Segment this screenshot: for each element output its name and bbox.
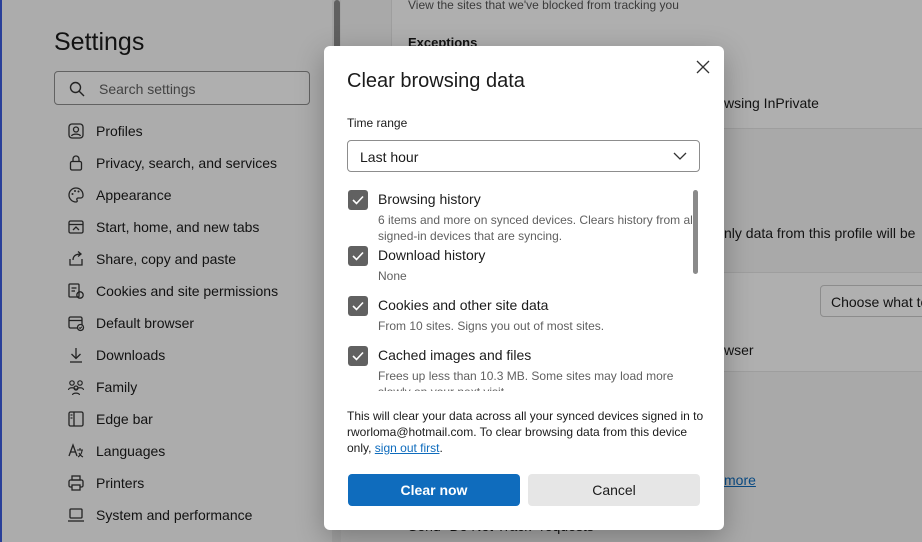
item-title: Cookies and other site data [378,297,549,313]
checkmark-icon [352,195,364,205]
item-description: 6 items and more on synced devices. Clea… [378,213,696,243]
clear-browsing-data-dialog: Clear browsing data Time range Last hour… [324,46,724,530]
close-button[interactable] [692,56,714,78]
browsing-history-checkbox[interactable] [348,190,368,210]
dialog-title: Clear browsing data [347,70,525,92]
item-description: From 10 sites. Signs you out of most sit… [378,319,605,333]
checkmark-icon [352,251,364,261]
data-types-list: Browsing history 6 items and more on syn… [347,186,707,391]
sign-out-link[interactable]: sign out first [375,441,440,455]
close-icon [696,60,710,74]
chevron-down-icon [673,152,687,160]
sync-note: This will clear your data across all you… [347,408,707,456]
time-range-select[interactable]: Last hour [347,140,700,172]
item-description: Frees up less than 10.3 MB. Some sites m… [378,369,674,391]
time-range-label: Time range [347,116,408,130]
item-title: Download history [378,247,486,263]
item-description: None [378,269,407,283]
checkmark-icon [352,351,364,361]
download-history-checkbox[interactable] [348,246,368,266]
time-range-value: Last hour [360,149,419,165]
list-scrollbar-thumb[interactable] [693,190,698,274]
item-title: Browsing history [378,191,481,207]
cancel-button[interactable]: Cancel [528,474,700,506]
clear-now-button[interactable]: Clear now [348,474,520,506]
cookies-checkbox[interactable] [348,296,368,316]
note-suffix: . [439,441,443,455]
cached-images-checkbox[interactable] [348,346,368,366]
checkmark-icon [352,301,364,311]
item-title: Cached images and files [378,347,532,363]
